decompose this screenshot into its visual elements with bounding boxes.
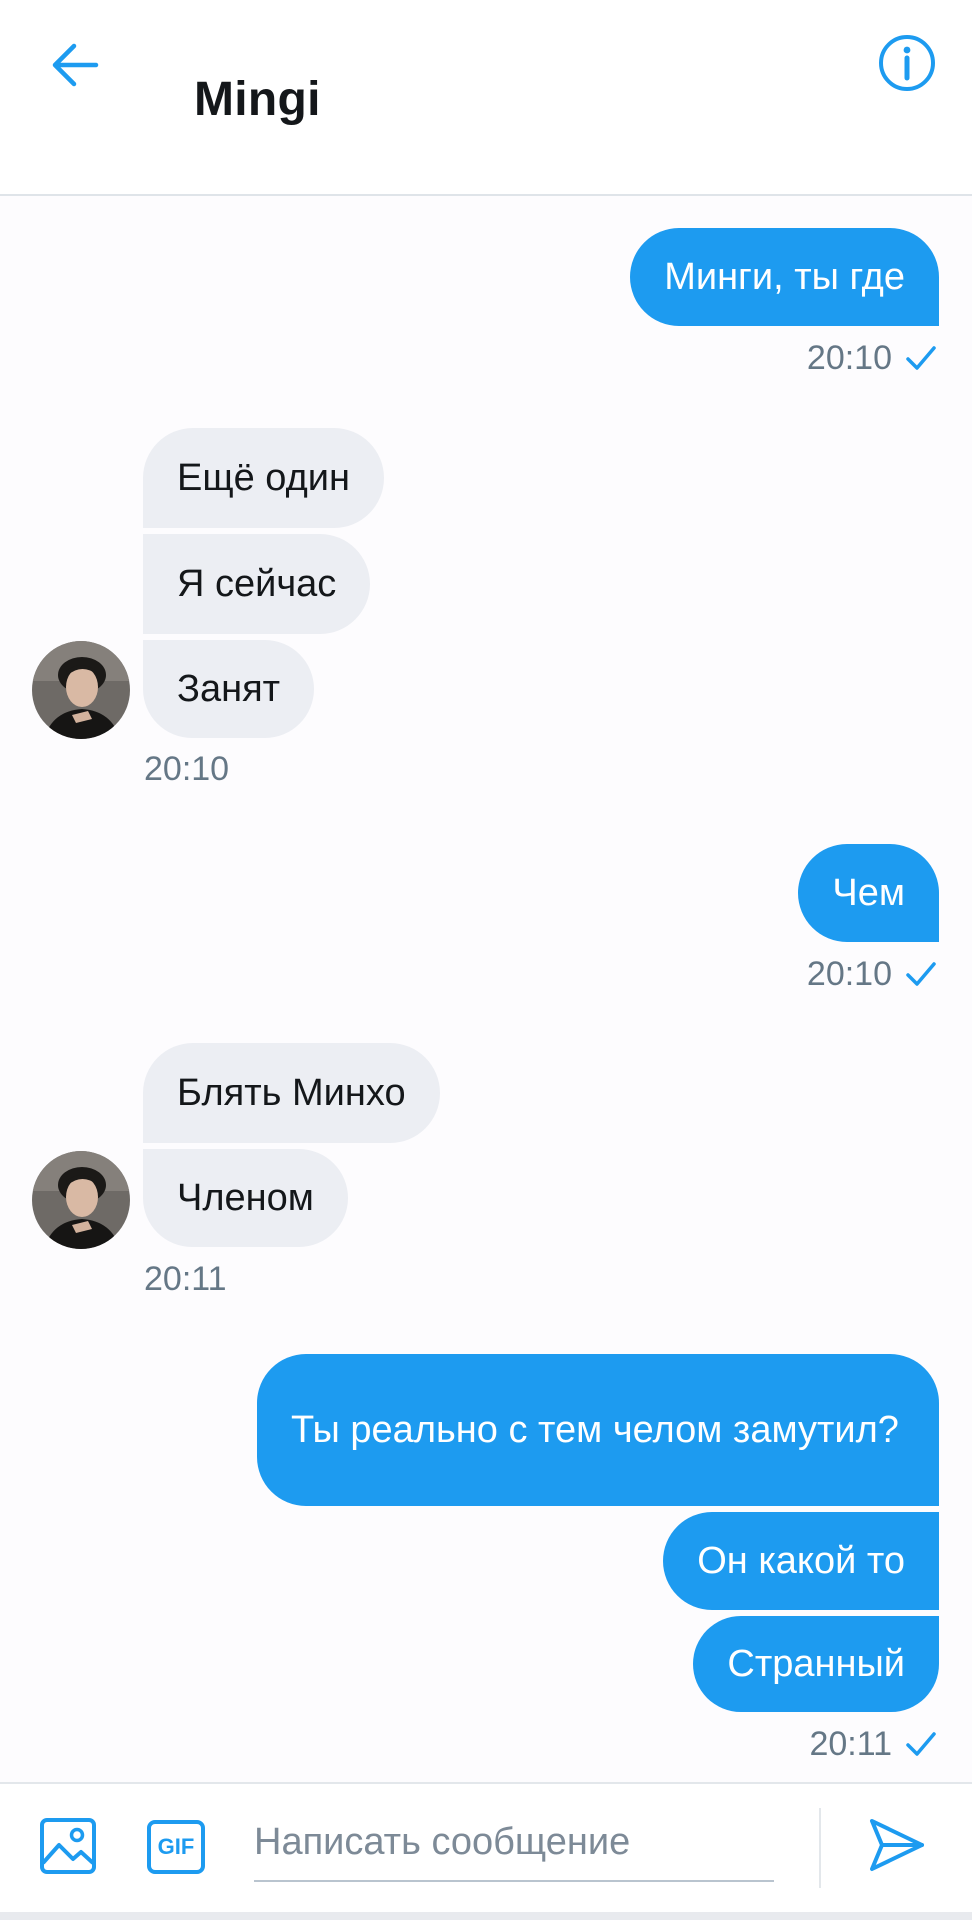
avatar[interactable]: [32, 641, 130, 739]
info-button[interactable]: [874, 30, 940, 96]
message-bubble-incoming[interactable]: Членом: [143, 1149, 348, 1247]
message-text: Занят: [177, 668, 281, 710]
message-bubble-incoming[interactable]: Я сейчас: [143, 534, 371, 634]
check-icon: [906, 961, 936, 987]
info-icon: [879, 35, 935, 91]
message-text: Членом: [177, 1177, 314, 1219]
divider: [819, 1808, 821, 1888]
message-text: Странный: [727, 1643, 905, 1685]
message-bubble-incoming[interactable]: Ещё один: [143, 428, 384, 528]
back-button[interactable]: [44, 34, 106, 96]
send-icon: [870, 1819, 924, 1871]
message-bubble-outgoing[interactable]: Он какой то: [663, 1512, 939, 1610]
conversation-header: Mingi: [0, 0, 972, 196]
message-text: Я сейчас: [177, 563, 337, 605]
arrow-left-icon: [52, 43, 99, 87]
image-icon: [40, 1818, 96, 1874]
message-composer: GIF: [0, 1782, 972, 1920]
gif-label: GIF: [157, 1834, 195, 1859]
message-text: Минги, ты где: [664, 256, 905, 298]
message-time: 20:11: [144, 1260, 227, 1298]
message-bubble-outgoing[interactable]: Странный: [693, 1616, 939, 1712]
gif-button[interactable]: GIF: [144, 1816, 208, 1878]
check-icon: [906, 345, 936, 371]
conversation-title: Mingi: [194, 73, 321, 126]
message-bubble-outgoing[interactable]: Ты реально с тем челом замутил?: [257, 1354, 939, 1506]
add-media-button[interactable]: [36, 1814, 100, 1878]
message-text: Чем: [832, 872, 905, 914]
send-button[interactable]: [864, 1812, 930, 1878]
message-text: Ты реально с тем челом замутил?: [291, 1409, 899, 1451]
message-input[interactable]: [254, 1804, 774, 1882]
message-time: 20:10: [807, 954, 936, 994]
message-time: 20:11: [809, 1724, 936, 1764]
avatar[interactable]: [32, 1151, 130, 1249]
message-time: 20:10: [807, 338, 936, 378]
message-text: Блять Минхо: [177, 1072, 406, 1114]
message-bubble-outgoing[interactable]: Минги, ты где: [630, 228, 939, 326]
message-bubble-incoming[interactable]: Занят: [143, 640, 315, 738]
message-bubble-incoming[interactable]: Блять Минхо: [143, 1043, 440, 1143]
message-text: Ещё один: [177, 457, 350, 499]
message-time: 20:10: [144, 750, 230, 788]
check-icon: [906, 1731, 936, 1757]
message-bubble-outgoing[interactable]: Чем: [798, 844, 939, 942]
message-text: Он какой то: [697, 1540, 905, 1582]
system-nav-strip: [0, 1912, 972, 1920]
